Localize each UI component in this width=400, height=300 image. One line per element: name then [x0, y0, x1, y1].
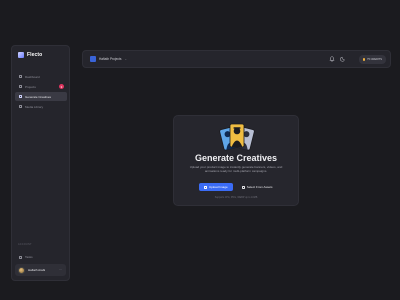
more-options-icon[interactable]: ⋯: [59, 267, 62, 271]
folder-icon: [241, 185, 245, 189]
bell-icon[interactable]: [328, 55, 335, 62]
user-profile[interactable]: Hafiath Arabi ⋯: [15, 264, 66, 276]
sidebar-item-projects[interactable]: Projects 3: [15, 82, 67, 91]
sidebar-item-label: Projects: [25, 84, 36, 89]
upload-image-label: Upload Image: [209, 185, 228, 189]
project-icon: [90, 56, 96, 62]
credits-badge[interactable]: 75 CREDITS: [358, 55, 386, 64]
select-from-assets-label: Select From Assets: [246, 185, 273, 189]
project-name: Hafiath Projects: [99, 57, 122, 61]
grid-icon: [19, 75, 22, 78]
empty-state-actions: Upload Image Select From Assets: [199, 183, 277, 191]
moon-icon[interactable]: [339, 55, 346, 62]
section-label: ACCOUNT: [18, 243, 32, 246]
top-bar: Hafiath Projects ⌄ 75 CREDITS: [82, 50, 391, 68]
sidebar-item-label: Media Library: [25, 104, 44, 109]
chevron-down-icon: ⌄: [124, 57, 128, 61]
notification-badge: 3: [59, 84, 64, 89]
sidebar-item-media-library[interactable]: Media Library: [15, 102, 67, 111]
folder-icon: [19, 85, 22, 88]
sidebar-item-label: Generate Creatives: [25, 94, 52, 99]
sidebar-item-tasks[interactable]: Tasks: [15, 253, 67, 261]
supported-formats-text: Supports JPG, PNG, WEBP up to 10MB: [214, 196, 258, 199]
user-name: Hafiath Arabi: [28, 268, 46, 272]
sidebar-item-generate-creatives[interactable]: Generate Creatives: [15, 92, 67, 101]
empty-state-description: Upload your product image to instantly g…: [189, 165, 283, 173]
app-logo[interactable]: Flecto: [18, 52, 42, 58]
credits-label: 75 CREDITS: [367, 58, 382, 61]
sparkle-icon: [19, 95, 22, 98]
select-from-assets-button[interactable]: Select From Assets: [238, 183, 277, 191]
logo-icon: [18, 52, 24, 58]
image-icon: [19, 105, 22, 108]
sidebar: Flecto Dashboard Projects 3 Generate Cre…: [11, 45, 70, 281]
coin-icon: [362, 58, 365, 61]
generate-creatives-card: Generate Creatives Upload your product i…: [173, 115, 299, 206]
sidebar-item-label: Tasks: [25, 255, 33, 259]
avatar: [18, 266, 25, 274]
sidebar-nav: Dashboard Projects 3 Generate Creatives …: [15, 72, 67, 112]
upload-icon: [204, 185, 207, 189]
project-switcher[interactable]: Hafiath Projects ⌄: [90, 56, 127, 62]
top-actions: [328, 55, 346, 62]
creative-cards-illustration: [219, 123, 255, 151]
sidebar-item-label: Dashboard: [25, 74, 40, 79]
upload-image-button[interactable]: Upload Image: [199, 183, 233, 191]
app-name: Flecto: [27, 52, 43, 58]
empty-state-title: Generate Creatives: [194, 153, 278, 163]
sidebar-item-dashboard[interactable]: Dashboard: [15, 72, 67, 81]
check-icon: [19, 255, 22, 259]
